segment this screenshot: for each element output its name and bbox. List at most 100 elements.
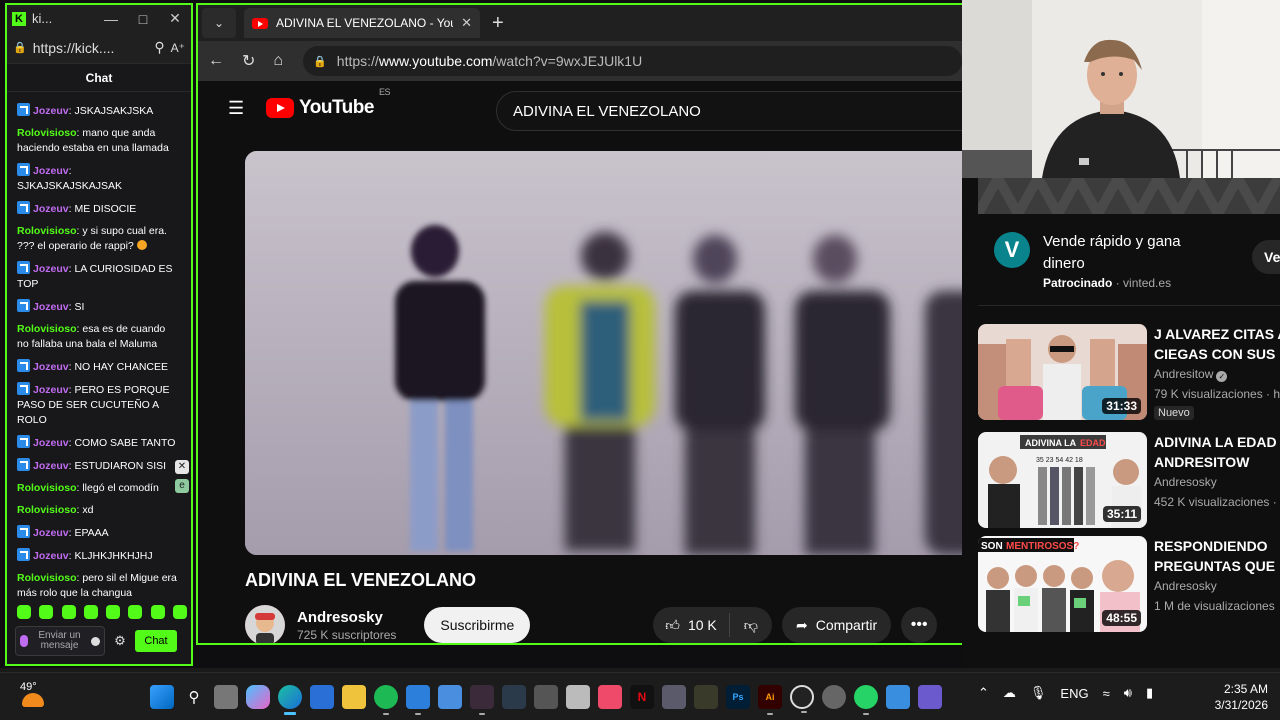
sponsored-ad[interactable]: V Vende rápido y gana dinero Patrocinado…: [978, 214, 1280, 306]
game-app-icon[interactable]: [470, 685, 494, 715]
notes-app-icon[interactable]: [566, 685, 590, 709]
tab-actions-icon[interactable]: ⌄: [202, 8, 236, 38]
tab-youtube[interactable]: ADIVINA EL VENEZOLANO - YouTube ✕: [244, 8, 480, 38]
copilot-icon[interactable]: [246, 685, 270, 709]
emote-icon[interactable]: [128, 605, 143, 619]
task-view-icon[interactable]: [214, 685, 238, 709]
send-chat-button[interactable]: Chat: [135, 630, 177, 652]
vpn-app-icon[interactable]: [918, 685, 942, 709]
edge-icon[interactable]: [278, 685, 302, 715]
music-app-icon[interactable]: [598, 685, 622, 709]
chat-username[interactable]: Jozeuv: [33, 460, 69, 472]
emoji-icon[interactable]: [91, 636, 100, 646]
chat-username[interactable]: Rolovisioso: [17, 504, 77, 516]
chat-username[interactable]: Rolovisioso: [17, 482, 77, 494]
read-aloud-icon[interactable]: A⁺: [171, 41, 185, 55]
recommendation-item[interactable]: 31:33 J ALVAREZ CITAS A CIEGAS CON SUS B…: [978, 324, 1280, 422]
chat-username[interactable]: Jozeuv: [33, 527, 69, 539]
file-explorer-icon[interactable]: [342, 685, 366, 709]
whatsapp-icon[interactable]: [854, 685, 878, 715]
chat-username[interactable]: Jozeuv: [33, 550, 69, 562]
weather-icon[interactable]: [22, 693, 44, 707]
search-icon[interactable]: ⚲: [182, 685, 206, 709]
paint-icon[interactable]: [886, 685, 910, 709]
emote-icon[interactable]: [172, 605, 187, 619]
chat-username[interactable]: Rolovisioso: [17, 225, 77, 237]
defender-icon[interactable]: [406, 685, 430, 715]
mic-icon[interactable]: [20, 635, 28, 647]
emote-icon[interactable]: [83, 605, 98, 619]
recommendation-item[interactable]: ADIVINA LA EDAD 35 23 54 42 18 35:11 ADI…: [978, 432, 1280, 530]
chat-username[interactable]: Jozeuv: [33, 165, 69, 177]
chat-text: : llegó el comodín: [76, 482, 159, 494]
game-library-icon[interactable]: [694, 685, 718, 709]
clock[interactable]: 2:35 AM 3/31/2026: [1196, 681, 1268, 713]
editor-app-icon[interactable]: [534, 685, 558, 709]
emote-icon[interactable]: [39, 605, 54, 619]
onedrive-icon[interactable]: ☁: [1003, 685, 1016, 701]
channel-avatar[interactable]: [245, 605, 285, 643]
like-button[interactable]: 👍︎ 10 K: [653, 613, 730, 637]
share-button[interactable]: ➦ Compartir: [781, 607, 892, 643]
obs-icon[interactable]: [790, 685, 814, 713]
weather-temperature[interactable]: 49°: [20, 681, 37, 693]
chat-message: Jozeuv: SI: [17, 299, 179, 315]
chat-username[interactable]: Rolovisioso: [17, 323, 77, 335]
youtube-logo[interactable]: YouTube ES: [266, 87, 390, 119]
wifi-icon[interactable]: ≈: [1103, 686, 1110, 701]
emote-icon[interactable]: [17, 605, 31, 619]
kick-url[interactable]: https://kick....: [33, 40, 149, 56]
ad-cta-button[interactable]: Ve: [1252, 240, 1280, 274]
microphone-icon[interactable]: 🎙︎: [1030, 685, 1047, 701]
refresh-icon[interactable]: ↻: [242, 51, 255, 71]
calculator-icon[interactable]: [662, 685, 686, 709]
chat-username[interactable]: Jozeuv: [33, 203, 69, 215]
home-icon[interactable]: ⌂: [273, 52, 283, 70]
store-icon[interactable]: [310, 685, 334, 709]
language-indicator[interactable]: ENG: [1060, 686, 1088, 701]
menu-icon[interactable]: ☰: [228, 98, 246, 119]
video-player[interactable]: [245, 151, 962, 555]
channel-name[interactable]: Andresosky: [297, 609, 396, 626]
windows-start-icon[interactable]: [150, 685, 174, 709]
search-input[interactable]: ADIVINA EL VENEZOLANO: [496, 91, 962, 131]
chat-username[interactable]: Rolovisioso: [17, 572, 77, 584]
chat-username[interactable]: Jozeuv: [33, 361, 69, 373]
chat-username[interactable]: Jozeuv: [33, 384, 69, 396]
settings-icon[interactable]: [822, 685, 846, 709]
address-bar[interactable]: 🔒 https://www.youtube.com/watch?v=9wxJEJ…: [303, 46, 962, 76]
minimize-icon[interactable]: —: [95, 11, 127, 27]
subscribe-button[interactable]: Suscribirme: [424, 607, 531, 643]
recommendation-item[interactable]: SON MENTIROSOS? 48:55 RESPONDIENDO PREGU…: [978, 536, 1280, 634]
emote-menu-icon[interactable]: e: [175, 479, 189, 493]
chat-username[interactable]: Rolovisioso: [17, 127, 77, 139]
recommendation-views: 1 M de visualizaciones: [1154, 599, 1275, 613]
dislike-button[interactable]: 👎︎: [730, 617, 772, 634]
emote-icon[interactable]: [106, 605, 121, 619]
photos-icon[interactable]: [438, 685, 462, 709]
chat-input[interactable]: Enviar un mensaje: [15, 626, 105, 656]
maximize-icon[interactable]: □: [127, 11, 159, 27]
chevron-up-icon[interactable]: ⌃: [978, 685, 989, 701]
chat-username[interactable]: Jozeuv: [33, 263, 69, 275]
illustrator-icon[interactable]: Ai: [758, 685, 782, 715]
chat-username[interactable]: Jozeuv: [33, 301, 69, 313]
spotify-icon[interactable]: [374, 685, 398, 715]
back-icon[interactable]: ←: [208, 52, 224, 70]
new-tab-icon[interactable]: +: [492, 12, 504, 35]
zoom-icon[interactable]: ⚲: [154, 39, 164, 56]
battery-icon[interactable]: ▮: [1146, 685, 1153, 701]
close-icon[interactable]: ✕: [159, 10, 191, 27]
chat-username[interactable]: Jozeuv: [33, 105, 69, 117]
close-tab-icon[interactable]: ✕: [461, 15, 472, 31]
chat-username[interactable]: Jozeuv: [33, 437, 69, 449]
gear-icon[interactable]: ⚙: [111, 633, 129, 649]
capture-app-icon[interactable]: [502, 685, 526, 709]
emote-icon[interactable]: [61, 605, 76, 619]
photoshop-icon[interactable]: Ps: [726, 685, 750, 709]
emote-icon[interactable]: [150, 605, 165, 619]
close-overlay-icon[interactable]: ✕: [175, 460, 189, 474]
more-actions-icon[interactable]: •••: [901, 607, 938, 643]
netflix-icon[interactable]: N: [630, 685, 654, 709]
volume-icon[interactable]: 🔊︎: [1124, 685, 1132, 701]
